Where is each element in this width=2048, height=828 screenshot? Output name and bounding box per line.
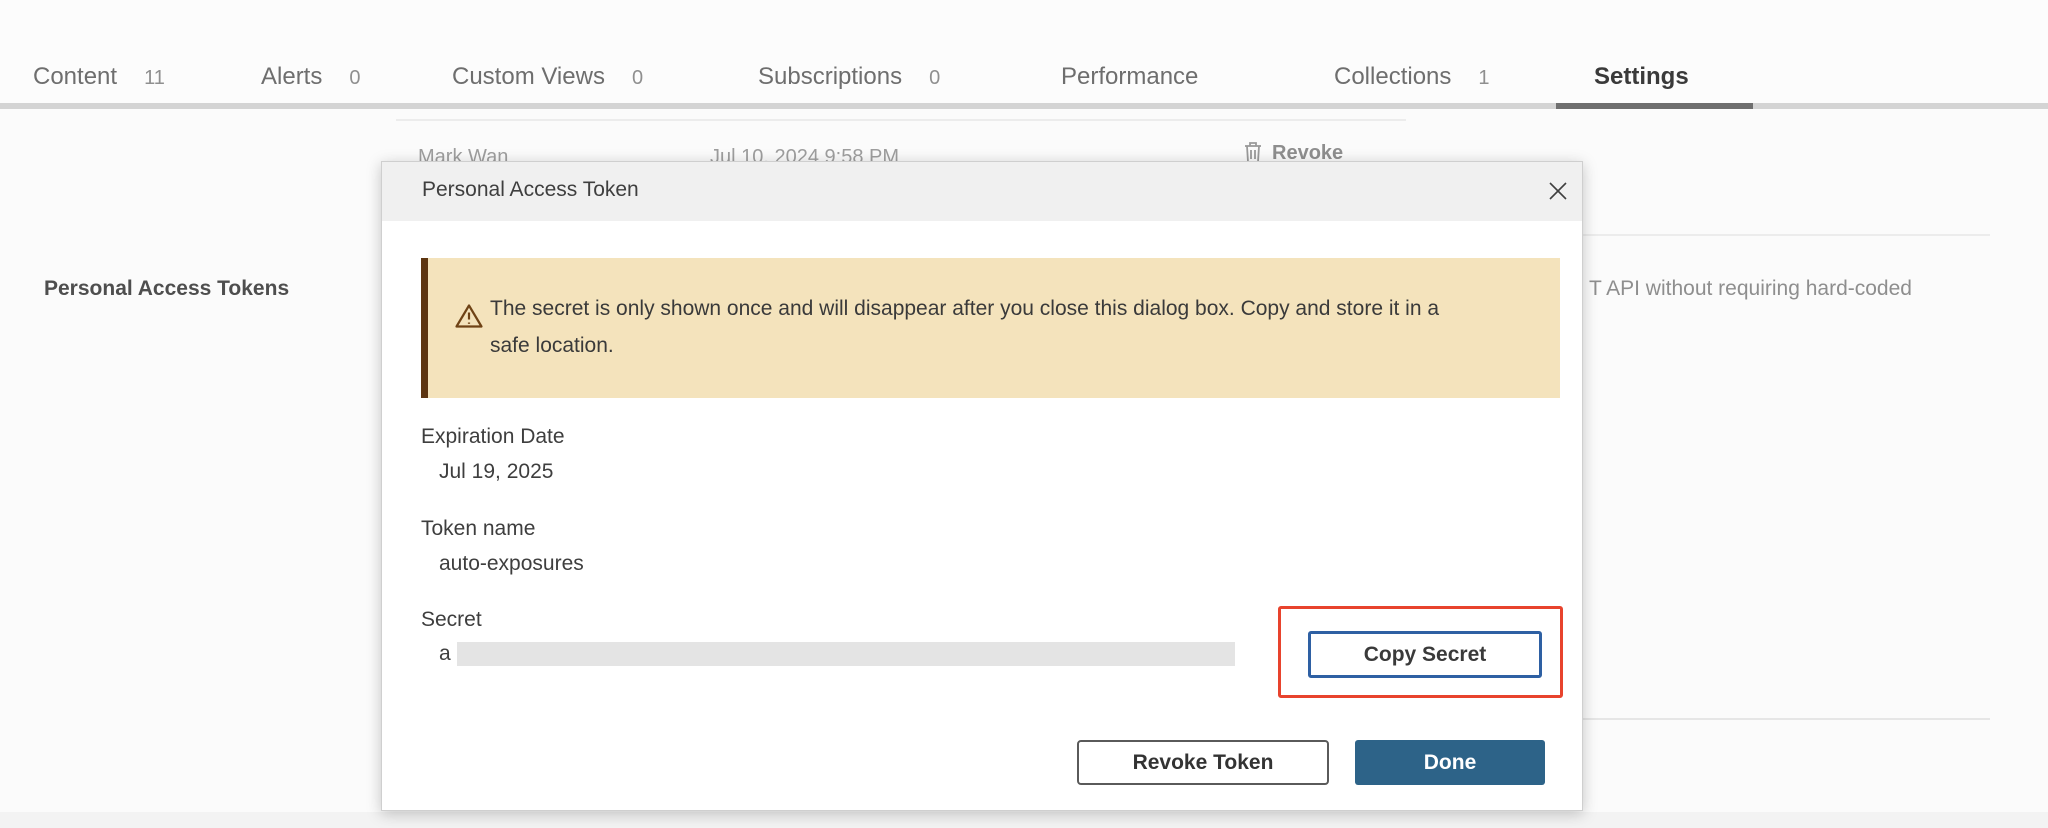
tab-label: Settings (1594, 63, 1689, 91)
expiration-date-label: Expiration Date (421, 425, 565, 449)
personal-access-token-dialog: Personal Access Token The secret is only… (381, 161, 1583, 811)
warning-triangle-icon (454, 302, 484, 335)
warning-message: The secret is only shown once and will d… (490, 290, 1475, 364)
tab-label: Performance (1061, 63, 1198, 91)
table-divider (396, 119, 1406, 121)
warning-banner: The secret is only shown once and will d… (421, 258, 1560, 398)
tab-content[interactable]: Content 11 (33, 63, 165, 91)
tab-alerts[interactable]: Alerts 0 (261, 63, 360, 91)
tab-label: Subscriptions (758, 63, 902, 91)
tab-settings[interactable]: Settings (1594, 63, 1689, 91)
done-button[interactable]: Done (1355, 740, 1545, 785)
secret-value-row: a (439, 642, 1235, 666)
expiration-date-value: Jul 19, 2025 (439, 460, 553, 484)
token-name-label: Token name (421, 517, 535, 541)
tab-count: 1 (1478, 67, 1489, 90)
section-description-fragment: T API without requiring hard-coded (1589, 277, 1912, 301)
token-name-value: auto-exposures (439, 552, 584, 576)
tab-label: Collections (1334, 63, 1451, 91)
copy-secret-button[interactable]: Copy Secret (1308, 631, 1542, 678)
page-bottom-strip (0, 812, 2048, 828)
secret-visible-char: a (439, 642, 451, 666)
tab-count: 0 (929, 67, 940, 90)
tab-count: 11 (144, 67, 165, 90)
secret-label: Secret (421, 608, 482, 632)
active-tab-underline (1556, 103, 1753, 109)
tab-subscriptions[interactable]: Subscriptions 0 (758, 63, 940, 91)
tab-count: 0 (349, 67, 360, 90)
tab-label: Content (33, 63, 117, 91)
secret-redacted-bar (457, 642, 1235, 666)
personal-access-tokens-heading: Personal Access Tokens (44, 277, 289, 301)
close-icon[interactable] (1542, 175, 1574, 207)
tab-label: Alerts (261, 63, 322, 91)
revoke-token-button[interactable]: Revoke Token (1077, 740, 1329, 785)
dialog-header: Personal Access Token (382, 162, 1582, 221)
tab-custom-views[interactable]: Custom Views 0 (452, 63, 643, 91)
tab-count: 0 (632, 67, 643, 90)
tab-performance[interactable]: Performance (1061, 63, 1198, 91)
tab-bar: Content 11 Alerts 0 Custom Views 0 Subsc… (0, 0, 2048, 110)
dialog-title: Personal Access Token (422, 178, 639, 202)
tab-collections[interactable]: Collections 1 (1334, 63, 1490, 91)
tab-label: Custom Views (452, 63, 605, 91)
